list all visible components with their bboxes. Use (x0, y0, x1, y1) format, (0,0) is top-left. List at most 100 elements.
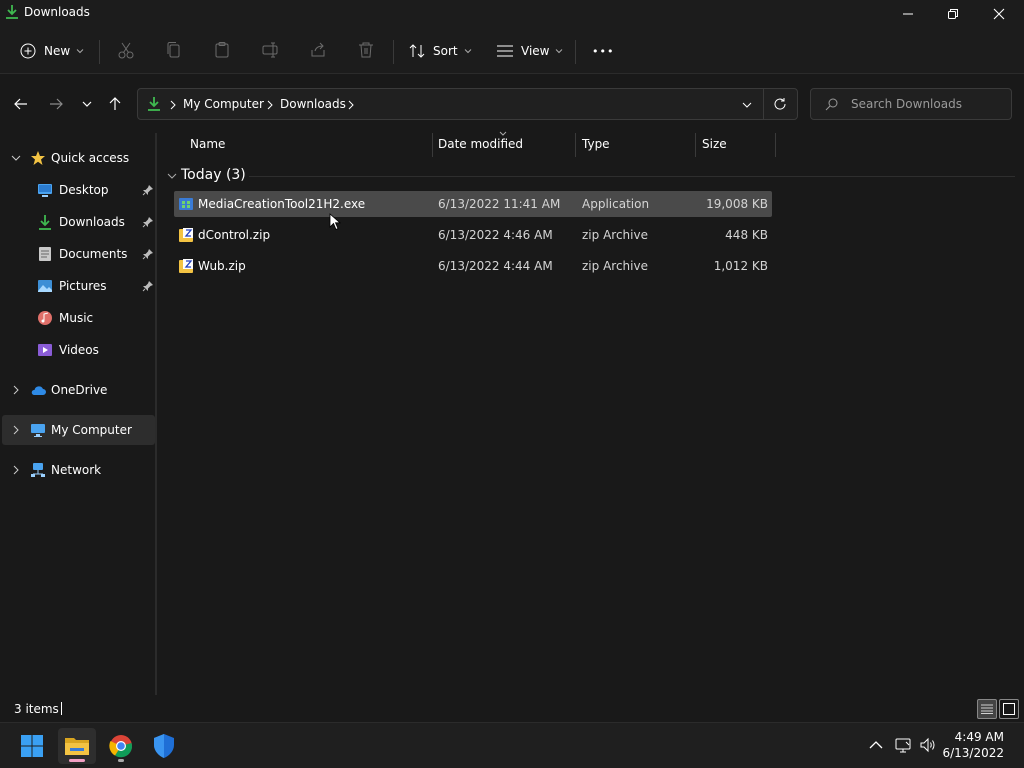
column-header-type[interactable]: Type (582, 137, 610, 151)
pin-icon[interactable] (142, 248, 154, 260)
sidebar-label-pictures: Pictures (59, 279, 107, 293)
sidebar-label-onedrive: OneDrive (51, 383, 108, 397)
new-button[interactable]: New (20, 37, 84, 65)
column-divider[interactable] (695, 133, 696, 157)
file-date: 6/13/2022 4:46 AM (438, 228, 553, 242)
file-date: 6/13/2022 11:41 AM (438, 197, 561, 211)
refresh-icon[interactable] (773, 97, 787, 111)
sidebar-label-music: Music (59, 311, 94, 325)
column-divider[interactable] (775, 133, 776, 157)
file-row[interactable]: dControl.zip 6/13/2022 4:46 AM zip Archi… (174, 222, 772, 248)
copy-icon[interactable] (165, 41, 183, 59)
pin-icon[interactable] (142, 184, 154, 196)
column-header-name[interactable]: Name (190, 137, 225, 151)
sidebar-label-documents: Documents (59, 247, 128, 261)
file-row[interactable]: MediaCreationTool21H2.exe 6/13/2022 11:4… (174, 191, 772, 217)
group-header-today[interactable]: Today (3) (181, 167, 246, 183)
chevron-right-icon (170, 100, 176, 110)
divider (575, 40, 576, 64)
mouse-cursor-icon (329, 213, 341, 231)
pin-icon[interactable] (142, 280, 154, 292)
navigation-pane: Quick access Desktop Downloads Documents… (0, 133, 157, 695)
sidebar-item-videos[interactable]: Videos (2, 335, 155, 365)
group-divider (249, 176, 1015, 177)
column-divider[interactable] (575, 133, 576, 157)
volume-icon[interactable] (919, 736, 937, 754)
show-hidden-icons-chevron-icon[interactable] (867, 736, 885, 754)
sidebar-item-documents[interactable]: Documents (2, 239, 155, 269)
documents-icon (39, 247, 51, 261)
minimize-button[interactable] (885, 0, 931, 28)
taskbar-windows-security[interactable] (145, 728, 183, 764)
taskbar-file-explorer[interactable] (58, 728, 96, 764)
taskbar-chrome[interactable] (102, 728, 140, 764)
forward-button[interactable] (44, 92, 68, 116)
address-history-chevron-icon[interactable] (741, 99, 753, 111)
address-bar[interactable]: My Computer Downloads (137, 88, 798, 120)
file-row[interactable]: Wub.zip 6/13/2022 4:44 AM zip Archive 1,… (174, 253, 772, 279)
divider (393, 40, 394, 64)
column-header-date-modified[interactable]: Date modified (438, 137, 523, 151)
sidebar-label-desktop: Desktop (59, 183, 109, 197)
delete-icon[interactable] (357, 41, 375, 59)
paste-icon[interactable] (213, 41, 231, 59)
details-view-button[interactable] (977, 699, 997, 719)
search-box[interactable]: Search Downloads (810, 88, 1012, 120)
network-status-icon[interactable] (894, 736, 912, 754)
restore-icon (948, 9, 958, 19)
minimize-icon (903, 13, 913, 15)
sidebar-label-network: Network (51, 463, 102, 477)
sidebar-item-pictures[interactable]: Pictures (2, 271, 155, 301)
cut-icon[interactable] (117, 41, 135, 59)
start-button[interactable] (13, 728, 51, 764)
search-input[interactable]: Search Downloads (851, 97, 962, 111)
windows-logo-icon (21, 735, 43, 757)
command-bar: New Sort View ••• (0, 28, 1024, 74)
chevron-down-icon[interactable] (11, 153, 21, 163)
back-button[interactable] (9, 92, 33, 116)
chevron-right-icon[interactable] (11, 385, 21, 395)
sidebar-item-music[interactable]: Music (2, 303, 155, 333)
details-view-icon (981, 704, 993, 714)
pin-icon[interactable] (142, 216, 154, 228)
column-header-size[interactable]: Size (702, 137, 727, 151)
column-divider[interactable] (432, 133, 433, 157)
download-icon (6, 5, 18, 19)
breadcrumb-my-computer[interactable]: My Computer (183, 97, 264, 111)
sidebar-item-my-computer[interactable]: My Computer (2, 415, 155, 445)
sidebar-label-my-computer: My Computer (51, 423, 132, 437)
chevron-right-icon[interactable] (11, 465, 21, 475)
sidebar-item-network[interactable]: Network (2, 455, 155, 485)
file-name: Wub.zip (198, 259, 246, 273)
more-options-button[interactable]: ••• (592, 37, 614, 65)
close-button[interactable] (976, 0, 1022, 28)
recent-locations-button[interactable] (75, 92, 99, 116)
sort-button[interactable]: Sort (408, 37, 472, 65)
view-label: View (521, 44, 550, 58)
sidebar-item-downloads[interactable]: Downloads (2, 207, 155, 237)
sidebar-item-onedrive[interactable]: OneDrive (2, 375, 155, 405)
download-icon (148, 97, 160, 111)
file-size: 448 KB (725, 228, 768, 242)
sidebar-item-quick-access[interactable]: Quick access (2, 143, 155, 173)
clock-date: 6/13/2022 (942, 746, 1004, 760)
chevron-right-icon[interactable] (11, 425, 21, 435)
navigation-bar: My Computer Downloads Search Downloads (0, 75, 1024, 133)
large-icons-view-button[interactable] (999, 699, 1019, 719)
view-button[interactable]: View (496, 37, 563, 65)
sidebar-item-desktop[interactable]: Desktop (2, 175, 155, 205)
search-icon (825, 98, 838, 111)
file-type: zip Archive (582, 259, 648, 273)
file-size: 19,008 KB (706, 197, 768, 211)
rename-icon[interactable] (261, 41, 279, 59)
file-type: Application (582, 197, 650, 211)
chevron-down-icon[interactable] (167, 172, 177, 180)
file-list-pane: Name Date modified Type Size Today (3) M… (159, 131, 1024, 695)
up-button[interactable] (103, 92, 127, 116)
download-icon (39, 215, 51, 230)
system-clock[interactable]: 4:49 AM 6/13/2022 (942, 729, 1004, 761)
restore-button[interactable] (930, 0, 976, 28)
breadcrumb-downloads[interactable]: Downloads (280, 97, 346, 111)
large-icons-view-icon (1003, 703, 1015, 715)
share-icon[interactable] (309, 41, 327, 59)
